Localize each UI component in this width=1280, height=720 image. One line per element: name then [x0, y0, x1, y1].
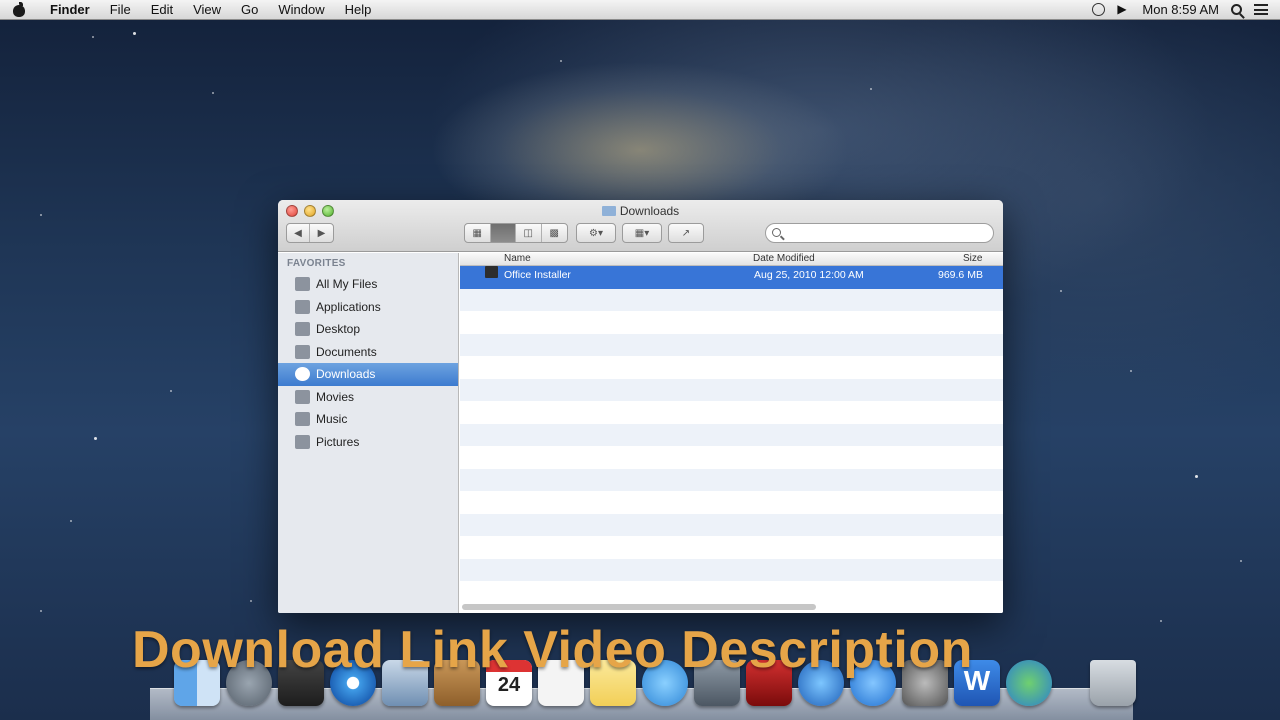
- back-button[interactable]: ◀: [287, 224, 311, 242]
- downloads-icon: [295, 367, 310, 382]
- menu-app-finder[interactable]: Finder: [40, 0, 100, 20]
- empty-row: [460, 378, 1003, 401]
- empty-row: [460, 468, 1003, 491]
- desktop-icon: [295, 322, 310, 337]
- view-mode-buttons: ▦ ◫ ▩: [464, 223, 568, 243]
- empty-row: [460, 536, 1003, 559]
- file-date: Aug 25, 2010 12:00 AM: [754, 269, 864, 281]
- back-forward-buttons: ◀ ▶: [286, 223, 334, 243]
- empty-row: [460, 333, 1003, 356]
- empty-row: [460, 513, 1003, 536]
- finder-window: Downloads ◀ ▶ ▦ ◫ ▩ ⚙▾ ▦▾ ↗ FAVORITES Al…: [278, 200, 1003, 613]
- column-header-date[interactable]: Date Modified: [753, 253, 815, 265]
- sidebar-heading: FAVORITES: [287, 258, 346, 269]
- list-view-button[interactable]: [490, 224, 516, 242]
- column-headers: Name Date Modified Size: [460, 253, 1003, 266]
- arrange-icon: ▦▾: [634, 227, 650, 239]
- column-view-button[interactable]: ◫: [516, 224, 542, 242]
- arrange-button[interactable]: ▦▾: [622, 223, 662, 243]
- empty-row: [460, 581, 1003, 604]
- gear-icon: ⚙▾: [589, 227, 603, 239]
- sidebar-item-movies[interactable]: Movies: [278, 386, 458, 409]
- trash-dock-icon[interactable]: [1090, 660, 1136, 706]
- action-button[interactable]: ⚙▾: [576, 223, 616, 243]
- menu-file[interactable]: File: [100, 0, 141, 20]
- sidebar: FAVORITES All My Files Applications Desk…: [278, 253, 459, 613]
- file-rows: Office Installer Aug 25, 2010 12:00 AM 9…: [460, 266, 1003, 603]
- empty-row: [460, 311, 1003, 334]
- all-files-icon: [295, 277, 310, 292]
- file-size: 969.6 MB: [938, 269, 983, 281]
- notification-center-icon[interactable]: [1254, 4, 1268, 15]
- sidebar-item-applications[interactable]: Applications: [278, 296, 458, 319]
- sidebar-item-music[interactable]: Music: [278, 408, 458, 431]
- column-header-name[interactable]: Name: [504, 253, 531, 265]
- folder-icon: [601, 206, 616, 216]
- applications-icon: [295, 299, 310, 314]
- menu-go[interactable]: Go: [231, 0, 268, 20]
- column-header-size[interactable]: Size: [963, 253, 982, 265]
- horizontal-scrollbar[interactable]: [462, 604, 816, 610]
- window-titlebar: Downloads ◀ ▶ ▦ ◫ ▩ ⚙▾ ▦▾ ↗: [278, 200, 1003, 252]
- sidebar-item-documents[interactable]: Documents: [278, 341, 458, 364]
- search-icon: [772, 228, 781, 237]
- file-list: Name Date Modified Size Office Installer…: [460, 253, 1003, 613]
- empty-row: [460, 356, 1003, 379]
- empty-row: [460, 423, 1003, 446]
- share-icon: ↗: [681, 227, 691, 239]
- volume-icon[interactable]: ▶: [1117, 3, 1130, 16]
- empty-row: [460, 401, 1003, 424]
- sidebar-item-all-my-files[interactable]: All My Files: [278, 273, 458, 296]
- share-button[interactable]: ↗: [668, 223, 704, 243]
- search-input[interactable]: [765, 223, 994, 243]
- menu-clock[interactable]: Mon 8:59 AM: [1142, 2, 1219, 17]
- apple-menu-icon[interactable]: [12, 2, 26, 17]
- pictures-icon: [295, 434, 310, 449]
- empty-row: [460, 288, 1003, 311]
- file-name: Office Installer: [504, 269, 571, 281]
- installer-icon: [485, 266, 498, 278]
- menu-extras: ▶ Mon 8:59 AM: [1092, 2, 1280, 17]
- coverflow-view-button[interactable]: ▩: [542, 224, 567, 242]
- sidebar-item-desktop[interactable]: Desktop: [278, 318, 458, 341]
- time-machine-icon[interactable]: [1092, 3, 1106, 16]
- video-caption: Download Link Video Description: [132, 621, 973, 679]
- window-title: Downloads: [278, 204, 1003, 218]
- empty-row: [460, 558, 1003, 581]
- table-row[interactable]: Office Installer Aug 25, 2010 12:00 AM 9…: [460, 266, 1003, 289]
- icon-view-button[interactable]: ▦: [465, 224, 491, 242]
- sidebar-item-downloads[interactable]: Downloads: [278, 363, 458, 386]
- forward-button[interactable]: ▶: [310, 224, 333, 242]
- spotlight-icon[interactable]: [1231, 4, 1242, 15]
- movies-icon: [295, 389, 310, 404]
- menu-edit[interactable]: Edit: [141, 0, 183, 20]
- documents-icon: [295, 344, 310, 359]
- menu-view[interactable]: View: [183, 0, 231, 20]
- menu-window[interactable]: Window: [268, 0, 334, 20]
- empty-row: [460, 446, 1003, 469]
- music-icon: [295, 412, 310, 427]
- menu-bar: Finder File Edit View Go Window Help ▶ M…: [0, 0, 1280, 20]
- empty-row: [460, 491, 1003, 514]
- network-dock-icon[interactable]: [1006, 660, 1052, 706]
- menu-help[interactable]: Help: [335, 0, 382, 20]
- sidebar-item-pictures[interactable]: Pictures: [278, 431, 458, 454]
